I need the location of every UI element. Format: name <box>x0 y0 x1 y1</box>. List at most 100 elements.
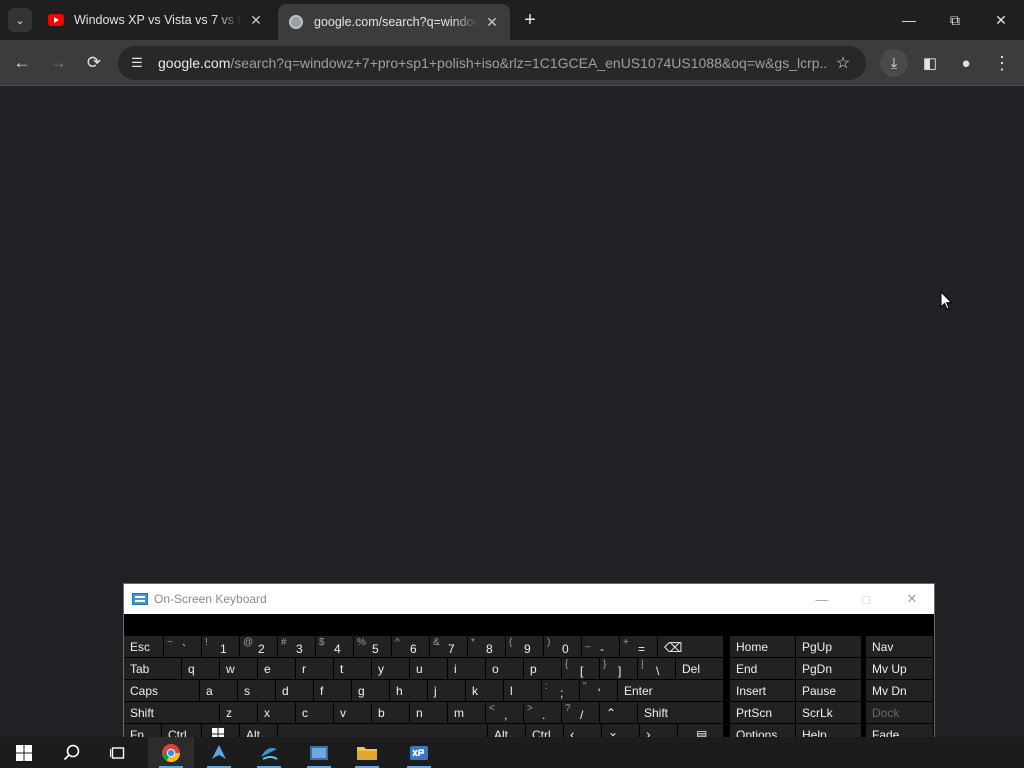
osk-maximize-button[interactable]: □ <box>844 584 888 614</box>
key-shift-right[interactable]: Shift <box>638 702 724 723</box>
key-esc[interactable]: Esc <box>124 636 164 657</box>
key-home[interactable]: Home <box>730 636 796 657</box>
key-p[interactable]: p <box>524 658 562 679</box>
key-quote[interactable]: " ' <box>580 680 618 701</box>
key-i[interactable]: i <box>448 658 486 679</box>
key-comma[interactable]: <, <box>486 702 524 723</box>
key-equals[interactable]: + = <box>620 636 658 657</box>
profile-button[interactable]: ● <box>952 49 980 77</box>
key-t[interactable]: t <box>334 658 372 679</box>
new-tab-button[interactable]: + <box>518 10 542 30</box>
tab-close-button[interactable]: ✕ <box>482 12 502 32</box>
key-m[interactable]: m <box>448 702 486 723</box>
start-button[interactable] <box>8 737 40 768</box>
key-backspace[interactable]: ⌫ <box>658 636 724 657</box>
key-9[interactable]: (9 <box>506 636 544 657</box>
key-y[interactable]: y <box>372 658 410 679</box>
key-prtscn[interactable]: PrtScn <box>730 702 796 723</box>
key-scrlk[interactable]: ScrLk <box>796 702 862 723</box>
key-8[interactable]: * 8 <box>468 636 506 657</box>
osk-close-button[interactable]: ✕ <box>890 584 934 614</box>
taskbar-app-4[interactable] <box>296 737 342 768</box>
key-enter[interactable]: Enter <box>618 680 724 701</box>
taskbar-app-2[interactable] <box>196 737 242 768</box>
tab-youtube[interactable]: Windows XP vs Vista vs 7 vs 8.1 ✕ <box>38 4 274 36</box>
url-text[interactable]: google.com/search?q=windowz+7+pro+sp1+po… <box>158 55 828 71</box>
tab-google-search[interactable]: google.com/search?q=windowz ✕ <box>278 4 510 40</box>
taskbar-app-6[interactable] <box>396 737 442 768</box>
key-e[interactable]: e <box>258 658 296 679</box>
bookmark-star-icon[interactable]: ☆ <box>828 48 858 78</box>
taskbar-app-chrome[interactable] <box>148 737 194 768</box>
key-minus[interactable]: _ - <box>582 636 620 657</box>
key-r[interactable]: r <box>296 658 334 679</box>
key-mv-up[interactable]: Mv Up <box>866 658 934 679</box>
key-w[interactable]: w <box>220 658 258 679</box>
key-6[interactable]: ^ 6 <box>392 636 430 657</box>
osk-titlebar[interactable]: On-Screen Keyboard — □ ✕ <box>124 584 934 614</box>
key-period[interactable]: >. <box>524 702 562 723</box>
key-semicolon[interactable]: :; <box>542 680 580 701</box>
key-pgdn[interactable]: PgDn <box>796 658 862 679</box>
key-q[interactable]: q <box>182 658 220 679</box>
key-arrow-up[interactable]: ⌃ <box>600 702 638 723</box>
key-7[interactable]: & 7 <box>430 636 468 657</box>
key-left-bracket[interactable]: {[ <box>562 658 600 679</box>
window-restore-button[interactable]: ⧉ <box>932 0 978 40</box>
key-a[interactable]: a <box>200 680 238 701</box>
taskbar-search-button[interactable] <box>56 737 88 768</box>
key-end[interactable]: End <box>730 658 796 679</box>
key-s[interactable]: s <box>238 680 276 701</box>
key-backtick[interactable]: ~ ` <box>164 636 202 657</box>
taskbar-app-3[interactable] <box>246 737 292 768</box>
side-panel-button[interactable]: ◧ <box>916 49 944 77</box>
tab-close-button[interactable]: ✕ <box>246 10 266 30</box>
forward-button[interactable]: → <box>44 49 72 77</box>
key-n[interactable]: n <box>410 702 448 723</box>
key-0[interactable]: ) 0 <box>544 636 582 657</box>
key-caps[interactable]: Caps <box>124 680 200 701</box>
key-b[interactable]: b <box>372 702 410 723</box>
key-backslash[interactable]: | \ <box>638 658 676 679</box>
key-z[interactable]: z <box>220 702 258 723</box>
key-slash[interactable]: ? / <box>562 702 600 723</box>
window-close-button[interactable]: ✕ <box>978 0 1024 40</box>
task-view-button[interactable] <box>104 737 132 768</box>
key-v[interactable]: v <box>334 702 372 723</box>
tab-search-button[interactable]: ⌄ <box>8 8 32 32</box>
osk-minimize-button[interactable]: — <box>800 584 844 614</box>
key-mv-dn[interactable]: Mv Dn <box>866 680 934 701</box>
key-g[interactable]: g <box>352 680 390 701</box>
key-shift-left[interactable]: Shift <box>124 702 220 723</box>
key-right-bracket[interactable]: }] <box>600 658 638 679</box>
key-c[interactable]: c <box>296 702 334 723</box>
key-o[interactable]: o <box>486 658 524 679</box>
key-del[interactable]: Del <box>676 658 724 679</box>
key-tab[interactable]: Tab <box>124 658 182 679</box>
downloads-button[interactable]: ⤓ <box>880 49 908 77</box>
address-bar[interactable]: ☰ google.com/search?q=windowz+7+pro+sp1+… <box>118 46 866 80</box>
key-k[interactable]: k <box>466 680 504 701</box>
key-1[interactable]: ! 1 <box>202 636 240 657</box>
key-pause[interactable]: Pause <box>796 680 862 701</box>
key-4[interactable]: $4 <box>316 636 354 657</box>
key-5[interactable]: % 5 <box>354 636 392 657</box>
window-minimize-button[interactable]: — <box>886 0 932 40</box>
back-button[interactable]: ← <box>8 49 36 77</box>
reload-button[interactable]: ⟳ <box>80 49 108 77</box>
key-j[interactable]: j <box>428 680 466 701</box>
key-d[interactable]: d <box>276 680 314 701</box>
key-u[interactable]: u <box>410 658 448 679</box>
key-x[interactable]: x <box>258 702 296 723</box>
key-pgup[interactable]: PgUp <box>796 636 862 657</box>
site-info-icon[interactable]: ☰ <box>124 50 150 76</box>
key-l[interactable]: l <box>504 680 542 701</box>
key-insert[interactable]: Insert <box>730 680 796 701</box>
key-f[interactable]: f <box>314 680 352 701</box>
key-3[interactable]: #3 <box>278 636 316 657</box>
browser-menu-button[interactable]: ⋮ <box>988 49 1016 77</box>
key-2[interactable]: @2 <box>240 636 278 657</box>
key-h[interactable]: h <box>390 680 428 701</box>
taskbar-app-file-explorer[interactable] <box>344 737 390 768</box>
key-dock[interactable]: Dock <box>866 702 934 723</box>
